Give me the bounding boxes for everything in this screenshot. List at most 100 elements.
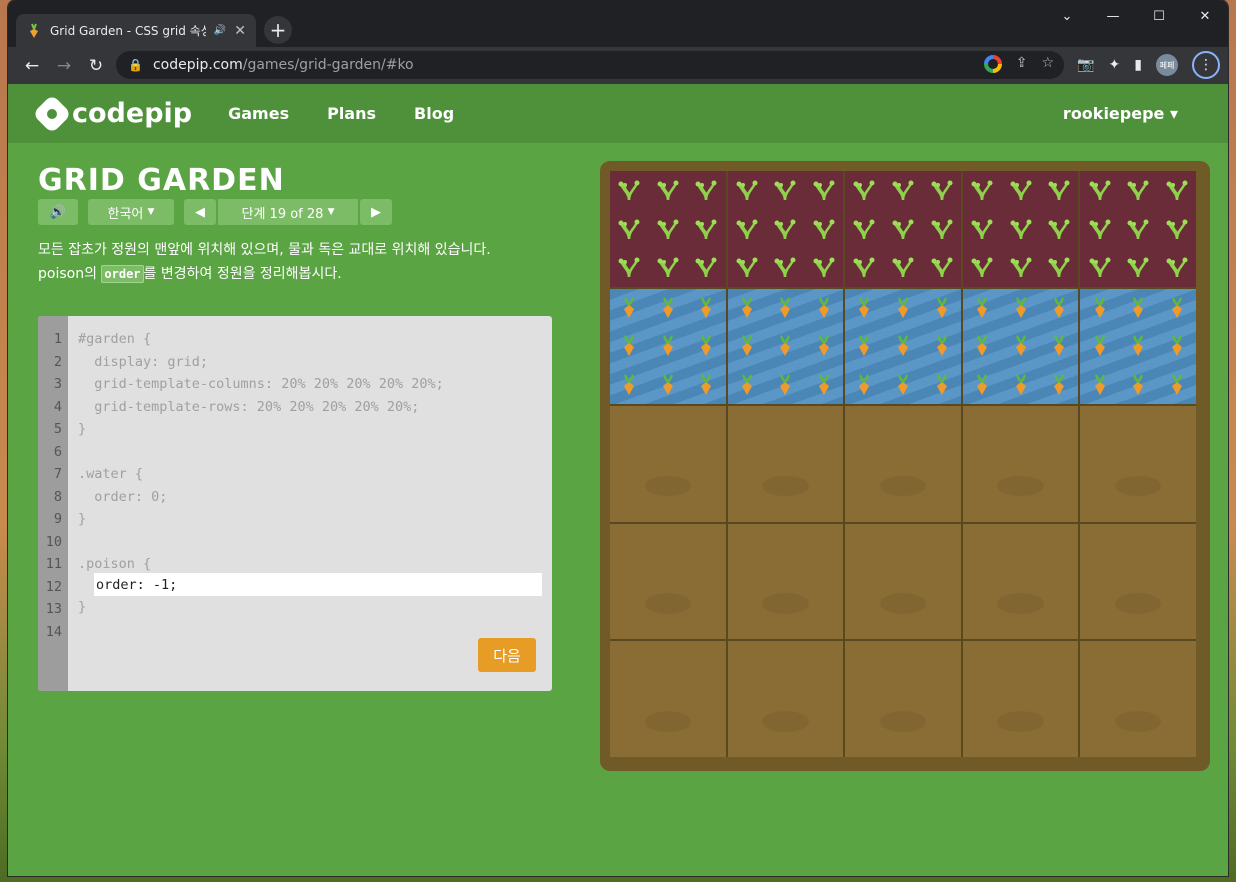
camera-icon[interactable]: 📷 — [1077, 57, 1094, 73]
carrot-icon — [610, 327, 649, 366]
carrot-icon — [766, 366, 805, 405]
weed-icon — [1001, 210, 1040, 249]
weed-icon — [1080, 248, 1119, 287]
carrot-icon — [1119, 327, 1158, 366]
tab-title: Grid Garden - CSS grid 속성 — [50, 24, 206, 38]
main-content: GRID GARDEN 🔊 한국어 ▼ ◀ 단계 19 of 28 ▼ ▶ 모든… — [8, 143, 1228, 876]
garden-grid — [610, 171, 1196, 757]
caret-down-icon: ▾ — [1169, 104, 1178, 123]
logo-text: codepip — [72, 98, 193, 129]
weed-icon — [963, 248, 1002, 287]
level-selector: ◀ 단계 19 of 28 ▼ ▶ — [184, 199, 392, 225]
speaker-icon[interactable]: 🔊 — [214, 25, 226, 36]
minimize-button[interactable]: — — [1090, 6, 1136, 26]
close-tab-icon[interactable]: ✕ — [234, 23, 246, 39]
sound-button[interactable]: 🔊 — [38, 199, 78, 225]
water-cell — [962, 288, 1079, 405]
poison-cell — [962, 171, 1079, 287]
back-button[interactable]: ← — [16, 50, 48, 82]
puzzle-icon[interactable]: ✦ — [1109, 57, 1121, 73]
poison-cell — [1080, 171, 1196, 287]
browser-toolbar: ← → ↻ 🔒 codepip.com/games/grid-garden/#k… — [8, 47, 1228, 84]
bookmark-star-icon[interactable]: ☆ — [1041, 55, 1054, 73]
carrot-icon — [963, 366, 1002, 405]
weed-icon — [649, 171, 688, 210]
weed-icon — [805, 171, 844, 210]
forward-button[interactable]: → — [48, 50, 80, 82]
url-host: codepip.com — [152, 57, 243, 73]
weed-icon — [805, 210, 844, 249]
carrot-icon — [1001, 327, 1040, 366]
carrot-icon — [687, 366, 726, 405]
carrot-icon — [728, 327, 767, 366]
instruction-text: poison의 — [38, 266, 102, 282]
google-icon[interactable] — [983, 55, 1002, 73]
carrot-icon — [1157, 366, 1196, 405]
weed-icon — [687, 248, 726, 287]
profile-avatar[interactable]: 페페 — [1156, 54, 1178, 76]
nav-blog[interactable]: Blog — [414, 104, 454, 123]
maximize-button[interactable]: ☐ — [1136, 6, 1182, 26]
weed-icon — [1001, 171, 1040, 210]
dirt-cell — [1080, 406, 1196, 522]
share-icon[interactable]: ⇪ — [1016, 55, 1028, 73]
carrot-icon — [610, 366, 649, 405]
weed-icon — [1119, 171, 1158, 210]
prev-level-button[interactable]: ◀ — [184, 199, 216, 225]
instructions: 모든 잡초가 정원의 맨앞에 위치해 있으며, 물과 독은 교대로 위치해 있습… — [38, 238, 558, 286]
weed-icon — [1119, 248, 1158, 287]
weed-icon — [649, 248, 688, 287]
carrot-icon — [963, 327, 1002, 366]
language-select[interactable]: 한국어 ▼ — [88, 199, 174, 225]
level-dropdown[interactable]: 단계 19 of 28 ▼ — [218, 199, 358, 225]
carrot-icon — [1080, 366, 1119, 405]
dirt-cell — [962, 641, 1079, 757]
reload-button[interactable]: ↻ — [80, 50, 112, 82]
new-tab-button[interactable]: + — [264, 16, 292, 44]
weed-icon — [1080, 171, 1119, 210]
user-menu[interactable]: rookiepepe ▾ — [1063, 104, 1178, 123]
nav-games[interactable]: Games — [228, 104, 289, 123]
title-bar: Grid Garden - CSS grid 속성 🔊 ✕ + ⌄ — ☐ ✕ — [8, 0, 1228, 47]
close-window-button[interactable]: ✕ — [1182, 6, 1228, 26]
nav-plans[interactable]: Plans — [327, 104, 376, 123]
sidepanel-icon[interactable]: ▮ — [1134, 57, 1142, 73]
code-before: #garden { display: grid; grid-template-c… — [78, 331, 444, 572]
carrot-icon — [845, 366, 884, 405]
weed-icon — [1157, 171, 1196, 210]
level-label: 단계 19 of 28 — [241, 206, 324, 222]
weed-icon — [766, 210, 805, 249]
weed-icon — [922, 210, 961, 249]
window-controls: ⌄ — ☐ ✕ — [1044, 6, 1228, 26]
carrot-icon — [845, 327, 884, 366]
carrot-icon — [845, 289, 884, 328]
code-after: } — [78, 599, 87, 615]
address-bar[interactable]: 🔒 codepip.com/games/grid-garden/#ko ⇪ ☆ — [116, 51, 1064, 79]
weed-icon — [687, 171, 726, 210]
poison-cell — [727, 171, 844, 287]
menu-icon[interactable]: ⋮ — [1192, 51, 1220, 79]
lock-icon[interactable]: 🔒 — [128, 58, 143, 72]
dirt-cell — [1080, 641, 1196, 757]
carrot-icon — [728, 289, 767, 328]
dirt-cell — [610, 406, 726, 522]
dirt-cell — [610, 641, 726, 757]
browser-tab[interactable]: Grid Garden - CSS grid 속성 🔊 ✕ — [16, 14, 256, 47]
carrot-icon — [922, 289, 961, 328]
game-controls: 🔊 한국어 ▼ ◀ 단계 19 of 28 ▼ ▶ — [38, 199, 392, 225]
carrot-icon — [963, 289, 1002, 328]
next-level-button[interactable]: ▶ — [360, 199, 392, 225]
poison-cell — [610, 171, 726, 287]
codepip-logo[interactable]: codepip — [32, 93, 193, 134]
carrot-icon — [1119, 289, 1158, 328]
poison-cell — [845, 171, 961, 287]
water-cell — [845, 288, 961, 405]
tab-search-icon[interactable]: ⌄ — [1044, 6, 1090, 26]
weed-icon — [728, 248, 767, 287]
css-input[interactable] — [94, 573, 542, 596]
carrot-icon — [766, 289, 805, 328]
next-button[interactable]: 다음 — [478, 638, 536, 672]
carrot-favicon-icon — [26, 23, 42, 39]
weed-icon — [766, 171, 805, 210]
weed-icon — [884, 248, 923, 287]
